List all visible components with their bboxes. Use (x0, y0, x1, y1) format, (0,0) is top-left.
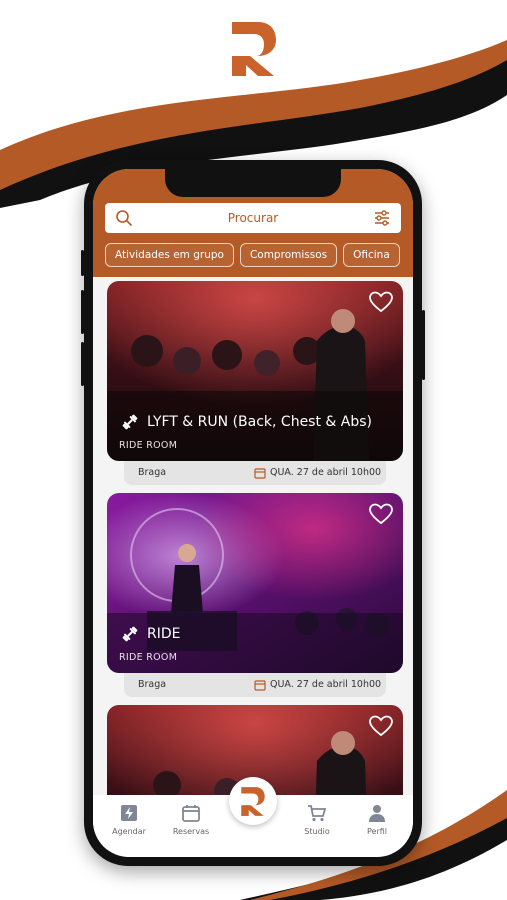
class-card[interactable]: RIDE RIDE ROOM Braga QUA. 27 de abril 10… (107, 493, 403, 697)
bolt-icon (121, 805, 137, 821)
nav-studio[interactable]: Studio (287, 803, 347, 836)
room-label: RIDE ROOM (119, 440, 178, 451)
class-photo (107, 493, 403, 673)
nav-home-logo[interactable] (229, 777, 277, 825)
nav-agendar[interactable]: Agendar (99, 803, 159, 836)
class-photo (107, 281, 403, 461)
nav-reservas[interactable]: Reservas (161, 803, 221, 836)
date-text: QUA. 27 de abril 10h00 (270, 679, 382, 690)
class-card[interactable]: LYFT & RUN (Back, Chest & Abs) RIDE ROOM… (107, 281, 403, 485)
favorite-heart-icon[interactable] (369, 715, 393, 737)
calendar-icon (254, 680, 266, 691)
class-name: LYFT & RUN (Back, Chest & Abs) (147, 414, 372, 430)
nav-reservas-label: Reservas (172, 827, 210, 836)
calendar-nav-icon (182, 805, 200, 822)
nav-agendar-label: Agendar (112, 827, 146, 836)
class-title: RIDE (121, 625, 180, 643)
room-label: RIDE ROOM (119, 652, 178, 663)
dumbbell-icon (122, 414, 138, 430)
phone-frame: Procurar Atividades em grupo Compromisso… (81, 160, 425, 866)
search-bar[interactable]: Procurar (105, 203, 401, 233)
search-input[interactable]: Procurar (105, 211, 401, 225)
brand-logo-icon (241, 787, 265, 816)
cart-icon (308, 805, 327, 822)
location-text: Braga (138, 467, 167, 478)
bottom-nav: Agendar Reservas Studio Perfil (93, 777, 413, 857)
calendar-icon (254, 468, 266, 479)
notch (165, 169, 341, 197)
app-screen: Procurar Atividades em grupo Compromisso… (93, 169, 413, 857)
nav-studio-label: Studio (304, 827, 330, 836)
class-title: LYFT & RUN (Back, Chest & Abs) (121, 413, 372, 431)
date-text: QUA. 27 de abril 10h00 (270, 467, 382, 478)
favorite-heart-icon[interactable] (369, 291, 393, 313)
nav-perfil-label: Perfil (366, 827, 387, 836)
user-icon (369, 805, 385, 822)
class-name: RIDE (147, 626, 181, 642)
chip-compromissos[interactable]: Compromissos (239, 243, 338, 267)
filter-icon[interactable] (373, 209, 391, 227)
brand-logo (232, 22, 276, 76)
class-info-bar: Braga QUA. 27 de abril 10h00 (124, 461, 386, 485)
favorite-heart-icon[interactable] (369, 503, 393, 525)
class-info-bar: Braga QUA. 27 de abril 10h00 (124, 673, 386, 697)
location-text: Braga (138, 679, 167, 690)
nav-perfil[interactable]: Perfil (347, 803, 407, 836)
search-icon[interactable] (115, 209, 133, 227)
class-image[interactable]: LYFT & RUN (Back, Chest & Abs) RIDE ROOM (107, 281, 403, 461)
category-chips: Atividades em grupo Compromissos Oficina (105, 243, 413, 267)
chip-atividades-em-grupo[interactable]: Atividades em grupo (105, 243, 234, 267)
dumbbell-icon (122, 626, 138, 642)
chip-oficina[interactable]: Oficina (343, 243, 400, 267)
class-image[interactable]: RIDE RIDE ROOM (107, 493, 403, 673)
